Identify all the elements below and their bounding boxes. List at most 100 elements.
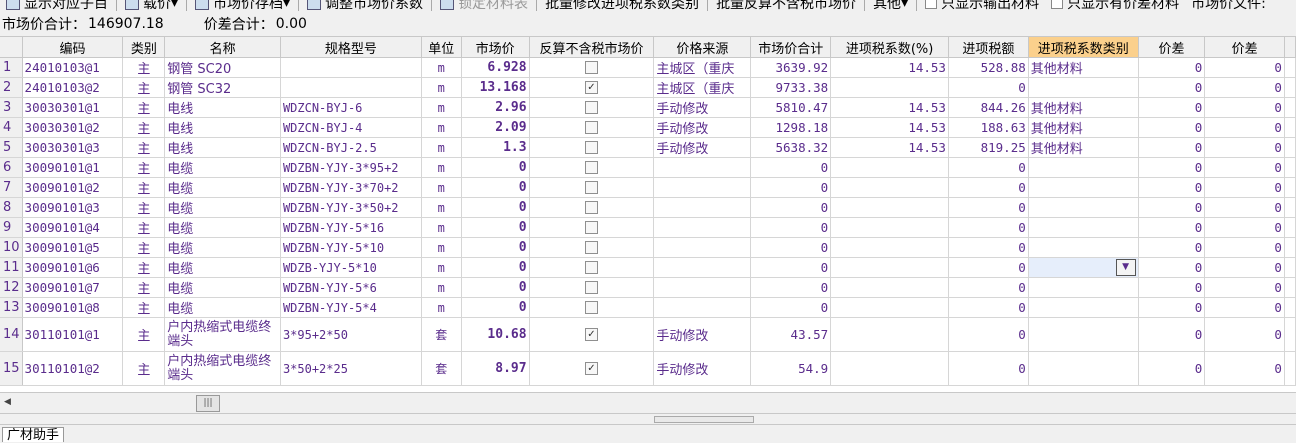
tax-amount-cell[interactable]: 528.88 [948, 57, 1029, 78]
spec-cell[interactable]: WDZCN-BYJ-2.5 [280, 137, 422, 158]
table-row[interactable]: 7 30090101@2 主电缆 WDZBN-YJY-3*70+2 m 0 0 0 0 0 [0, 177, 1296, 198]
splitter-grip[interactable] [654, 416, 754, 423]
diff-cell-2[interactable]: 0 [1204, 57, 1285, 78]
type-cell[interactable]: 主 [122, 297, 166, 318]
table-row[interactable]: 5 30030301@3 主电线 WDZCN-BYJ-2.5 m 1.3 手动修改 5638.… [0, 137, 1296, 158]
tax-amount-cell[interactable]: 0 [948, 257, 1029, 278]
table-row[interactable]: 13 30090101@8 主电缆 WDZBN-YJY-5*4 m 0 0 0 0 0 [0, 297, 1296, 318]
market-total-cell[interactable]: 0 [750, 277, 832, 298]
column-header-4[interactable]: 单位 [421, 37, 462, 58]
only-diff-checkbox[interactable]: 只显示有价差材料 [1045, 0, 1185, 12]
market-total-cell[interactable]: 0 [750, 157, 832, 178]
name-cell[interactable]: 电缆 [164, 277, 281, 298]
price-source-cell[interactable]: 手动修改 [653, 117, 752, 138]
checkbox-icon[interactable] [584, 181, 598, 194]
unit-cell[interactable]: m [421, 157, 462, 178]
code-cell[interactable]: 30030301@2 [22, 117, 124, 138]
spec-cell[interactable]: WDZBN-YJY-5*16 [280, 217, 422, 238]
recalc-checkbox-cell[interactable] [529, 217, 655, 238]
name-cell[interactable]: 电线 [164, 97, 281, 118]
type-cell[interactable]: 主 [122, 277, 166, 298]
tax-category-cell[interactable] [1028, 177, 1139, 198]
tax-rate-cell[interactable]: 14.53 [830, 137, 949, 158]
name-cell[interactable]: 钢管 SC20 [164, 57, 281, 78]
tax-amount-cell[interactable]: 819.25 [948, 137, 1029, 158]
tax-category-cell[interactable]: 其他材料 [1028, 97, 1139, 118]
table-row[interactable]: 10 30090101@5 主电缆 WDZBN-YJY-5*10 m 0 0 0 0 0 [0, 237, 1296, 258]
code-cell[interactable]: 30090101@6 [22, 257, 124, 278]
name-cell[interactable]: 电缆 [164, 177, 281, 198]
tax-category-cell[interactable] [1028, 351, 1139, 386]
diff-cell[interactable]: 0 [1138, 317, 1206, 352]
code-cell[interactable]: 30030301@3 [22, 137, 124, 158]
unit-cell[interactable]: 套 [421, 351, 462, 386]
tax-amount-cell[interactable]: 0 [948, 197, 1029, 218]
diff-cell[interactable]: 0 [1138, 277, 1206, 298]
code-cell[interactable]: 24010103@1 [22, 57, 124, 78]
name-cell[interactable]: 电线 [164, 137, 281, 158]
dropdown-arrow-icon[interactable]: ▼ [1115, 259, 1136, 276]
unit-cell[interactable]: m [421, 137, 462, 158]
tax-category-cell[interactable] [1028, 277, 1139, 298]
column-header-6[interactable]: 反算不含税市场价 [529, 37, 655, 58]
unit-cell[interactable]: m [421, 177, 462, 198]
price-source-cell[interactable] [653, 197, 752, 218]
price-source-cell[interactable]: 手动修改 [653, 351, 752, 386]
tax-category-cell[interactable] [1028, 237, 1139, 258]
column-header-2[interactable]: 名称 [164, 37, 281, 58]
price-source-cell[interactable] [653, 217, 752, 238]
toolbar-button-6[interactable]: 批量反算不含税市场价 [710, 0, 862, 12]
spec-cell[interactable]: WDZCN-BYJ-6 [280, 97, 422, 118]
market-price-cell[interactable]: 0 [461, 237, 530, 258]
checkbox-icon[interactable] [584, 121, 598, 134]
column-header-13[interactable]: 价差 [1204, 37, 1285, 58]
column-header-1[interactable]: 类别 [122, 37, 166, 58]
table-row[interactable]: 6 30090101@1 主电缆 WDZBN-YJY-3*95+2 m 0 0 0 0 0 [0, 157, 1296, 178]
column-header-8[interactable]: 市场价合计 [750, 37, 832, 58]
spec-cell[interactable] [280, 57, 422, 78]
toolbar-button-7[interactable]: 其他 ▾ [867, 0, 914, 12]
price-source-cell[interactable]: 手动修改 [653, 97, 752, 118]
tax-category-cell[interactable] [1028, 197, 1139, 218]
market-price-cell[interactable]: 2.96 [461, 97, 530, 118]
code-cell[interactable]: 30090101@2 [22, 177, 124, 198]
price-source-cell[interactable] [653, 297, 752, 318]
recalc-checkbox-cell[interactable] [529, 237, 655, 258]
recalc-checkbox-cell[interactable] [529, 197, 655, 218]
spec-cell[interactable]: WDZBN-YJY-3*95+2 [280, 157, 422, 178]
code-cell[interactable]: 30030301@1 [22, 97, 124, 118]
spec-cell[interactable]: WDZB-YJY-5*10 [280, 257, 422, 278]
name-cell[interactable]: 电缆 [164, 257, 281, 278]
price-source-cell[interactable]: 手动修改 [653, 137, 752, 158]
column-header-11[interactable]: 进项税系数类别 [1028, 37, 1139, 58]
tax-rate-cell[interactable]: 14.53 [830, 97, 949, 118]
type-cell[interactable]: 主 [122, 217, 166, 238]
price-source-cell[interactable]: 主城区（重庆 [653, 57, 752, 78]
price-source-cell[interactable] [653, 237, 752, 258]
name-cell[interactable]: 电缆 [164, 237, 281, 258]
recalc-checkbox-cell[interactable] [529, 177, 655, 198]
diff-cell-2[interactable]: 0 [1204, 237, 1285, 258]
unit-cell[interactable]: m [421, 57, 462, 78]
code-cell[interactable]: 30090101@5 [22, 237, 124, 258]
checkbox-icon[interactable] [584, 141, 598, 154]
unit-cell[interactable]: m [421, 297, 462, 318]
diff-cell[interactable]: 0 [1138, 257, 1206, 278]
tax-category-cell[interactable] [1028, 317, 1139, 352]
horizontal-scrollbar[interactable]: ◀ ||| [0, 392, 1296, 413]
code-cell[interactable]: 30090101@3 [22, 197, 124, 218]
toolbar-button-4[interactable]: 锁定材料表 [434, 0, 534, 12]
checkbox-icon[interactable] [584, 101, 598, 114]
spec-cell[interactable]: WDZBN-YJY-5*6 [280, 277, 422, 298]
checked-checkbox-icon[interactable]: ✓ [584, 328, 598, 341]
recalc-checkbox-cell[interactable] [529, 277, 655, 298]
checkbox-icon[interactable] [584, 261, 598, 274]
tax-rate-cell[interactable]: 14.53 [830, 117, 949, 138]
unit-cell[interactable]: m [421, 77, 462, 98]
tax-rate-cell[interactable] [830, 317, 949, 352]
tax-amount-cell[interactable]: 844.26 [948, 97, 1029, 118]
tax-category-cell[interactable]: ▼ [1028, 257, 1139, 278]
name-cell[interactable]: 户内热缩式电缆终端头 [164, 351, 281, 386]
tax-rate-cell[interactable] [830, 197, 949, 218]
scroll-left-icon[interactable]: ◀ [4, 397, 11, 407]
